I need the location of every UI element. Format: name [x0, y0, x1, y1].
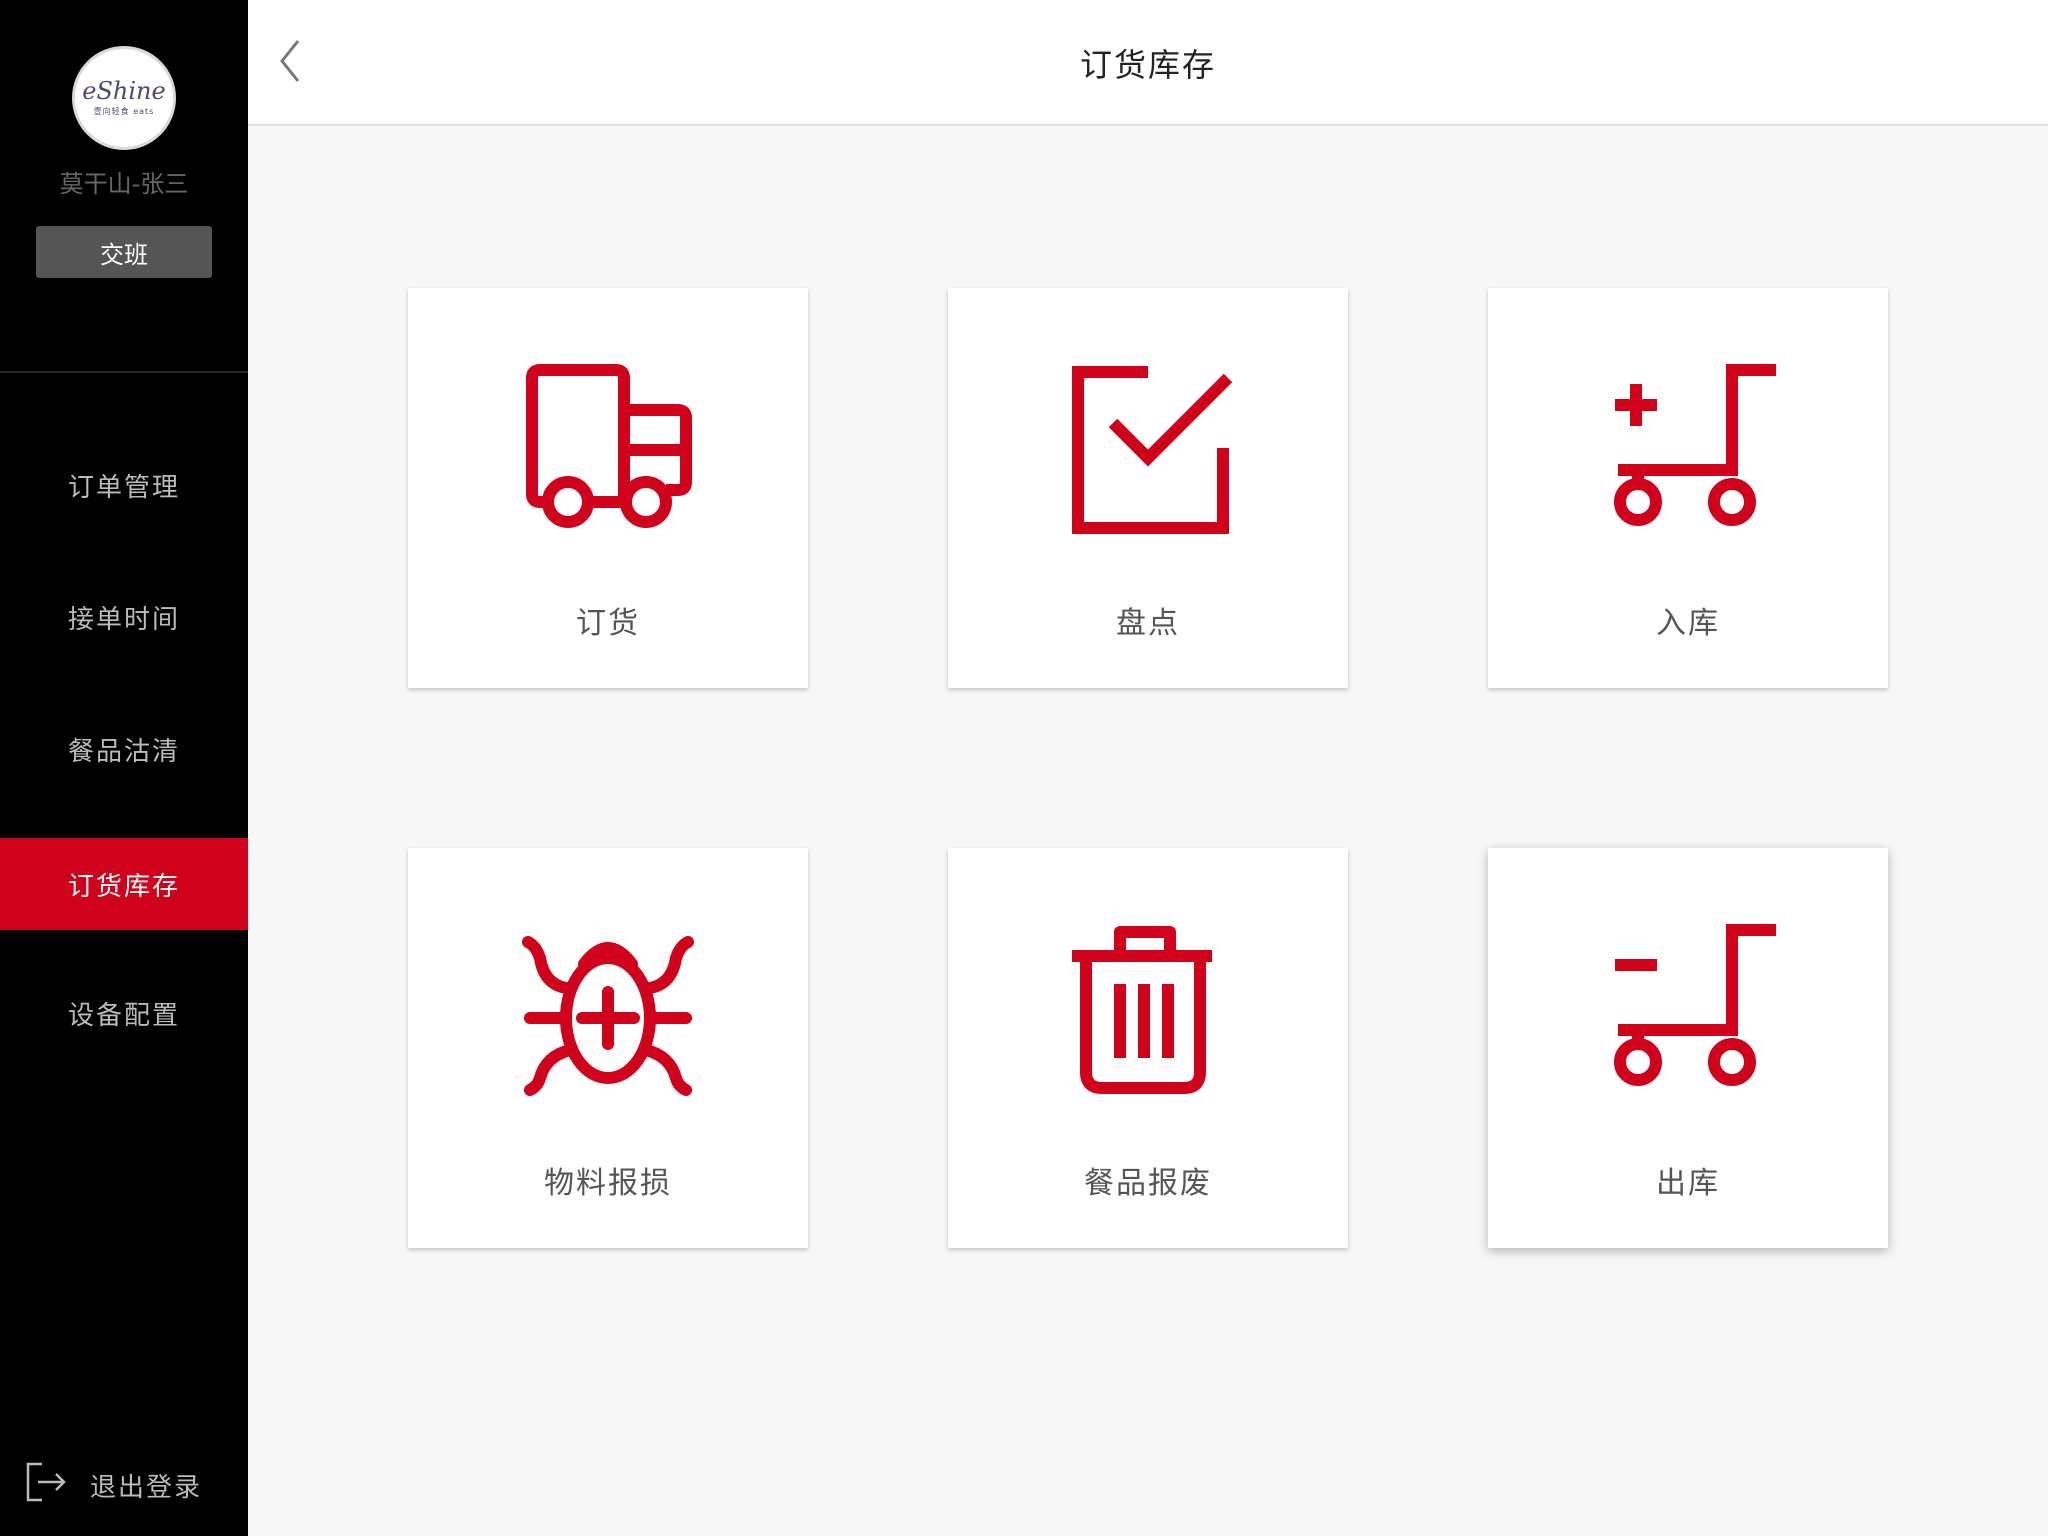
app-root: eShine 壹向轻食 eats 莫干山-张三 交班 订单管理 接单时间 餐品沽…	[0, 0, 2048, 1536]
sidebar-item-label: 订货库存	[67, 871, 180, 902]
sidebar: eShine 壹向轻食 eats 莫干山-张三 交班 订单管理 接单时间 餐品沽…	[0, 0, 248, 1536]
tile-label: 入库	[1656, 606, 1720, 641]
logout-icon	[24, 1460, 90, 1511]
sidebar-item-label: 餐品沽清	[67, 736, 180, 767]
tile-label: 盘点	[1116, 606, 1180, 641]
cart-minus-icon	[1598, 918, 1778, 1098]
sidebar-item-order-management[interactable]: 订单管理	[0, 439, 248, 531]
logout-button[interactable]: 退出登录	[24, 1462, 202, 1508]
sidebar-item-inventory[interactable]: 订货库存	[0, 838, 248, 930]
tile-material-loss[interactable]: 物料报损	[408, 848, 808, 1248]
tile-dish-scrap[interactable]: 餐品报废	[948, 848, 1348, 1248]
trash-icon	[1058, 918, 1238, 1098]
shift-handover-button[interactable]: 交班	[36, 226, 212, 278]
tile-stocktake[interactable]: 盘点	[948, 288, 1348, 688]
tile-stock-in[interactable]: 入库	[1488, 288, 1888, 688]
sidebar-item-label: 设备配置	[67, 1000, 180, 1031]
tile-order-goods[interactable]: 订货	[408, 288, 808, 688]
bug-plus-icon	[518, 918, 698, 1098]
page-title: 订货库存	[1079, 46, 1216, 84]
sidebar-divider	[0, 371, 248, 373]
logout-label: 退出登录	[90, 1472, 203, 1503]
tile-label: 订货	[576, 606, 640, 641]
sidebar-item-order-time[interactable]: 接单时间	[0, 571, 248, 663]
header-bar: 订货库存	[248, 0, 2048, 126]
avatar-brand-sub: 壹向轻食 eats	[93, 107, 155, 116]
tile-label: 出库	[1656, 1166, 1720, 1201]
cart-plus-icon	[1598, 358, 1778, 538]
tile-label: 餐品报废	[1084, 1166, 1212, 1201]
avatar: eShine 壹向轻食 eats	[72, 46, 176, 150]
tile-label: 物料报损	[544, 1166, 672, 1201]
truck-icon	[518, 358, 698, 538]
sidebar-item-sold-out[interactable]: 餐品沽清	[0, 703, 248, 795]
sidebar-item-label: 订单管理	[67, 472, 180, 503]
sidebar-item-label: 接单时间	[67, 604, 180, 635]
checkbox-icon	[1058, 358, 1238, 538]
sidebar-item-device-settings[interactable]: 设备配置	[0, 967, 248, 1059]
tile-stock-out[interactable]: 出库	[1488, 848, 1888, 1248]
user-name: 莫干山-张三	[59, 170, 189, 198]
avatar-brand: eShine	[82, 77, 166, 105]
